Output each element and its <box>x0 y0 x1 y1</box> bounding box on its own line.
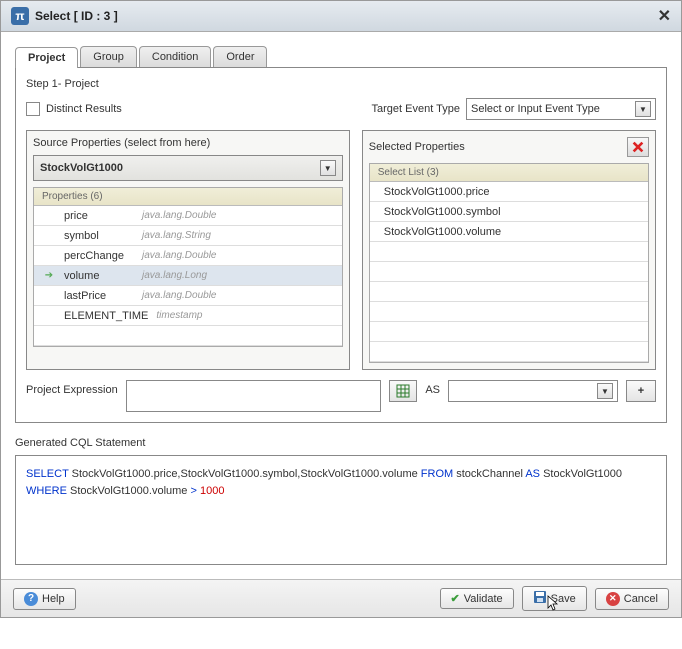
select-list: Select List (3) StockVolGt1000.priceStoc… <box>369 163 649 363</box>
source-title: Source Properties (select from here) <box>33 137 210 149</box>
expression-builder-button[interactable] <box>389 380 417 402</box>
list-item <box>370 322 648 342</box>
property-type: java.lang.String <box>142 230 211 241</box>
property-name: price <box>64 210 134 222</box>
list-item <box>370 282 648 302</box>
property-type: java.lang.Double <box>142 250 217 261</box>
properties-list: Properties (6) ➔ price java.lang.Double➔… <box>33 187 343 347</box>
select-list-header: Select List (3) <box>370 164 648 182</box>
distinct-label: Distinct Results <box>46 103 122 115</box>
tab-pane-project: Step 1- Project Distinct Results Target … <box>15 68 667 423</box>
property-row[interactable]: ➔ percChange java.lang.Double <box>34 246 342 266</box>
list-item <box>370 242 648 262</box>
source-stream-value: StockVolGt1000 <box>40 162 123 174</box>
cancel-label: Cancel <box>624 593 658 605</box>
project-expression-input[interactable] <box>126 380 382 412</box>
as-dropdown[interactable]: ▼ <box>448 380 618 402</box>
property-type: timestamp <box>156 310 202 321</box>
source-panel: Source Properties (select from here) Sto… <box>26 130 350 370</box>
delete-button[interactable] <box>627 137 649 157</box>
pi-icon: π <box>11 7 29 25</box>
arrow-right-icon: ➔ <box>42 270 56 281</box>
property-name: lastPrice <box>64 290 134 302</box>
cancel-button[interactable]: ✕ Cancel <box>595 588 669 610</box>
property-row[interactable]: ➔ volume java.lang.Long <box>34 266 342 286</box>
table-icon <box>396 384 410 398</box>
as-label: AS <box>425 380 440 396</box>
save-icon <box>533 590 547 607</box>
help-icon: ? <box>24 592 38 606</box>
validate-button[interactable]: ✔ Validate <box>440 588 514 609</box>
property-type: java.lang.Long <box>142 270 207 281</box>
property-name: symbol <box>64 230 134 242</box>
list-item <box>370 302 648 322</box>
tabs: Project Group Condition Order <box>15 46 667 68</box>
step-title: Step 1- Project <box>26 78 656 90</box>
chevron-down-icon: ▼ <box>320 160 336 176</box>
chevron-down-icon: ▼ <box>597 383 613 399</box>
selected-item[interactable]: StockVolGt1000.price <box>370 182 648 202</box>
tab-project[interactable]: Project <box>15 47 78 68</box>
selected-panel: Selected Properties Select List (3) Stoc… <box>362 130 656 370</box>
cql-title: Generated CQL Statement <box>15 437 667 449</box>
property-row[interactable]: ➔ price java.lang.Double <box>34 206 342 226</box>
properties-header: Properties (6) <box>34 188 342 206</box>
target-event-label: Target Event Type <box>372 103 460 115</box>
property-row[interactable]: ➔ lastPrice java.lang.Double <box>34 286 342 306</box>
source-stream-dropdown[interactable]: StockVolGt1000 ▼ <box>33 155 343 181</box>
cql-statement: SELECT StockVolGt1000.price,StockVolGt10… <box>15 455 667 565</box>
help-button[interactable]: ? Help <box>13 588 76 610</box>
property-row[interactable]: ➔ ELEMENT_TIME timestamp <box>34 306 342 326</box>
selected-item[interactable]: StockVolGt1000.volume <box>370 222 648 242</box>
selected-title: Selected Properties <box>369 141 465 153</box>
property-type: java.lang.Double <box>142 210 217 221</box>
select-dialog: π Select [ ID : 3 ] ✕ Project Group Cond… <box>0 0 682 618</box>
help-label: Help <box>42 593 65 605</box>
property-name: volume <box>64 270 134 282</box>
distinct-checkbox[interactable] <box>26 102 40 116</box>
cancel-icon: ✕ <box>606 592 620 606</box>
property-name: ELEMENT_TIME <box>64 310 148 322</box>
tab-condition[interactable]: Condition <box>139 46 211 67</box>
delete-icon <box>631 140 645 154</box>
check-icon: ✔ <box>451 592 460 605</box>
target-event-value: Select or Input Event Type <box>471 103 600 115</box>
tab-group[interactable]: Group <box>80 46 137 67</box>
validate-label: Validate <box>464 593 503 605</box>
property-row[interactable]: ➔ symbol java.lang.String <box>34 226 342 246</box>
chevron-down-icon: ▼ <box>635 101 651 117</box>
list-item <box>370 262 648 282</box>
close-icon[interactable]: ✕ <box>658 6 671 26</box>
selected-item[interactable]: StockVolGt1000.symbol <box>370 202 648 222</box>
target-event-dropdown[interactable]: Select or Input Event Type ▼ <box>466 98 656 120</box>
project-expression-label: Project Expression <box>26 380 118 396</box>
property-name: percChange <box>64 250 134 262</box>
add-button[interactable]: + <box>626 380 656 402</box>
list-item <box>34 326 342 346</box>
property-type: java.lang.Double <box>142 290 217 301</box>
tab-order[interactable]: Order <box>213 46 267 67</box>
list-item <box>370 342 648 362</box>
dialog-title: Select [ ID : 3 ] <box>35 9 118 23</box>
save-label: Save <box>551 593 576 605</box>
footer: ? Help ✔ Validate Save ✕ Cancel <box>1 579 681 617</box>
save-button[interactable]: Save <box>522 586 587 611</box>
titlebar: π Select [ ID : 3 ] ✕ <box>1 1 681 32</box>
